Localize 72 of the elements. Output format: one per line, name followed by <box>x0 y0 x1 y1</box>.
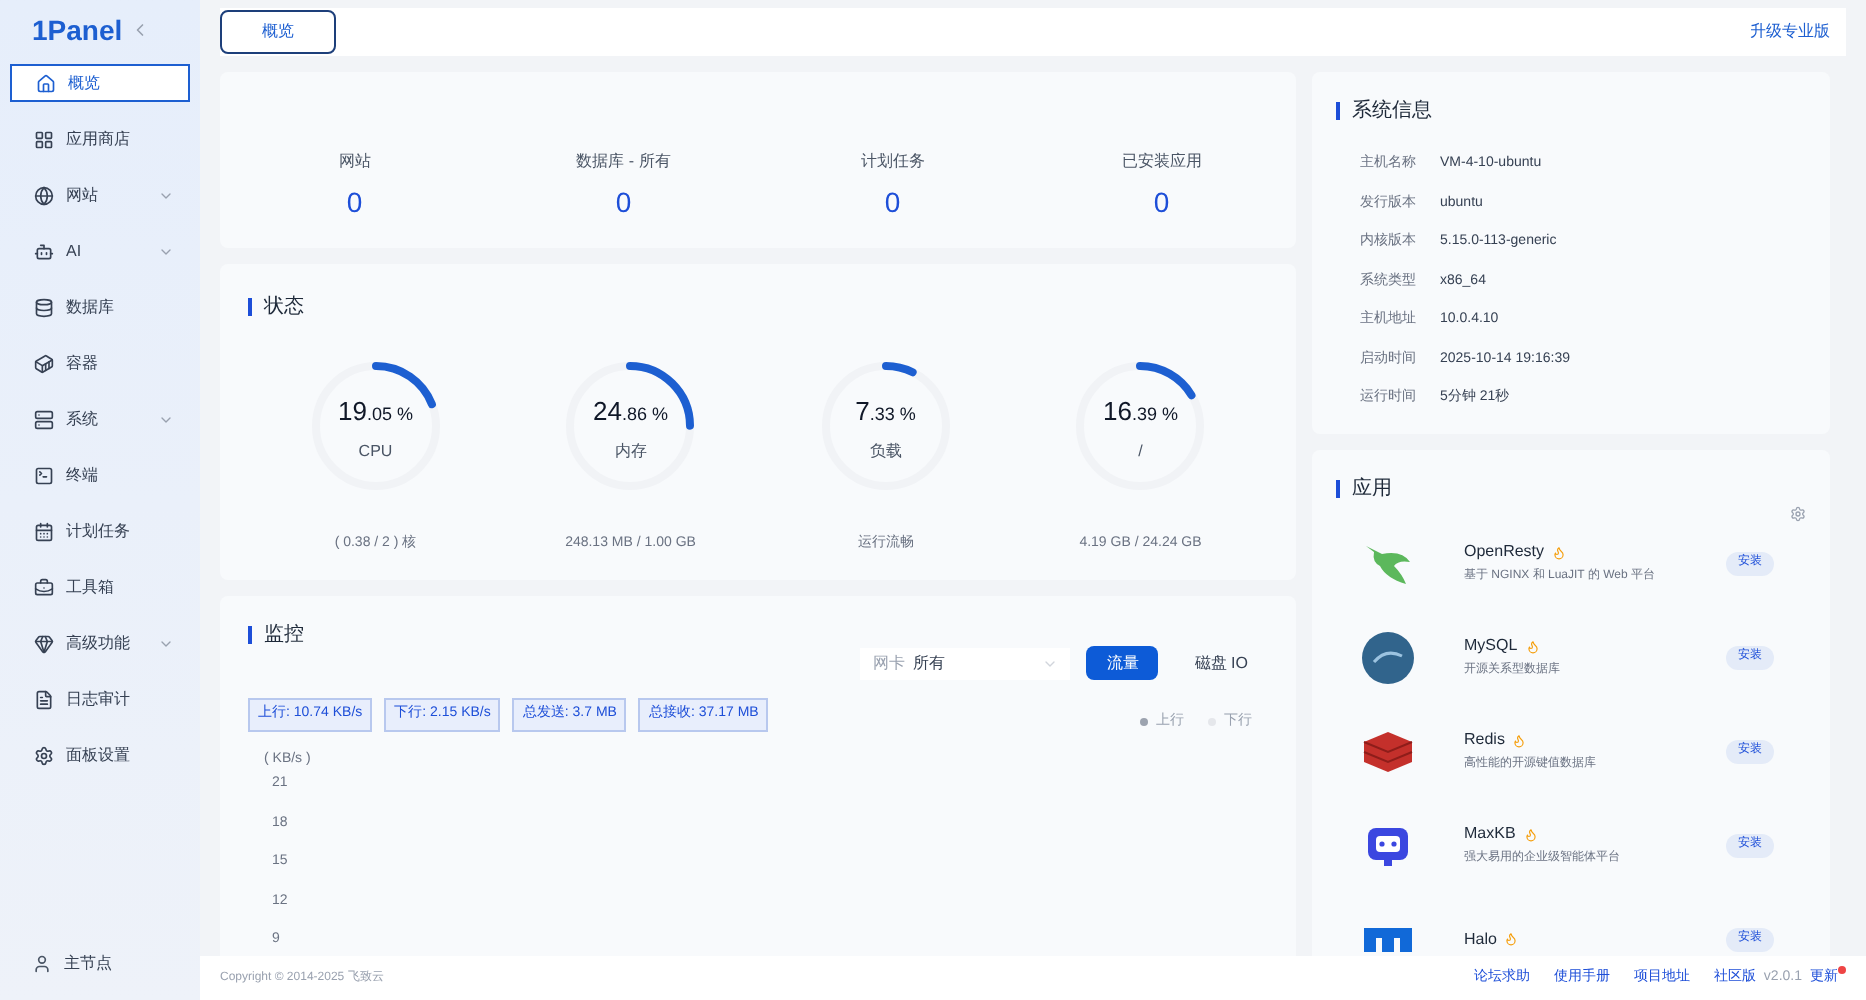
title-marker <box>1336 102 1340 120</box>
title-marker <box>248 626 252 644</box>
gauge-percent: 16.39 % <box>1103 394 1178 430</box>
terminal-icon <box>34 465 54 485</box>
sidebar-item[interactable]: 工具箱 <box>10 568 190 606</box>
gauge-label: CPU <box>358 440 393 464</box>
app-name[interactable]: Halo <box>1464 927 1497 951</box>
app-name[interactable]: OpenResty <box>1464 540 1545 564</box>
stacked-cubes-icon <box>1360 729 1416 773</box>
tab[interactable]: 概览 <box>220 10 336 54</box>
mode-button[interactable]: 流量 <box>1086 646 1159 680</box>
gauge-percent: 24.86 % <box>593 394 668 430</box>
toolbox-icon <box>34 577 54 597</box>
app-name[interactable]: MySQL <box>1464 634 1518 658</box>
settings-icon <box>34 745 54 765</box>
sidebar-item[interactable]: 容器 <box>10 344 190 382</box>
halo-logo-icon <box>1364 927 1412 951</box>
node-label[interactable]: 主节点 <box>64 952 112 976</box>
app-logo: 1Panel <box>32 11 123 49</box>
flame-icon <box>1512 733 1527 747</box>
flame-icon <box>1552 545 1567 559</box>
app-name[interactable]: Redis <box>1464 728 1505 752</box>
grid-icon <box>34 129 54 149</box>
stat-value[interactable]: 0 <box>615 182 632 224</box>
server-icon <box>34 409 54 429</box>
stat-value[interactable]: 0 <box>884 182 901 224</box>
sidebar-item[interactable]: 终端 <box>10 456 190 494</box>
sidebar-item[interactable]: 网站 <box>10 176 190 214</box>
container-icon <box>34 353 54 373</box>
app-name[interactable]: MaxKB <box>1464 822 1516 846</box>
settings-icon[interactable] <box>1790 505 1806 521</box>
sidebar-item[interactable]: 高级功能 <box>10 624 190 662</box>
stat-label: 数据库 - 所有 <box>576 150 671 174</box>
gauge-label: / <box>1138 440 1143 464</box>
sidebar-item[interactable]: AI <box>10 232 190 270</box>
sidebar-item[interactable]: 日志审计 <box>10 680 190 718</box>
sidebar-item[interactable]: 数据库 <box>10 288 190 326</box>
nic-select[interactable]: 网卡 所有 <box>860 647 1071 679</box>
title-marker <box>248 298 252 316</box>
robot-logo-icon <box>1362 823 1414 867</box>
flame-icon <box>1525 639 1540 653</box>
stat-label: 网站 <box>338 150 371 174</box>
gauge-percent: 19.05 % <box>338 394 413 430</box>
section-title: 状态 <box>264 293 304 322</box>
stat-label: 已安装应用 <box>1121 150 1202 174</box>
globe-icon <box>34 185 54 205</box>
section-title: 监控 <box>264 622 304 650</box>
section-title: 应用 <box>1352 475 1392 503</box>
flame-icon <box>1523 827 1538 841</box>
diamond-icon <box>34 633 54 653</box>
home-icon <box>36 73 56 93</box>
stat-value[interactable]: 0 <box>1153 182 1170 224</box>
sidebar-item[interactable]: 应用商店 <box>10 120 190 158</box>
stat-label: 计划任务 <box>860 150 925 174</box>
gauge-label: 内存 <box>614 440 647 464</box>
gauge-label: 负载 <box>869 440 902 464</box>
flame-icon <box>1504 932 1519 946</box>
document-icon <box>34 689 54 709</box>
section-title: 系统信息 <box>1352 97 1432 126</box>
sidebar-item[interactable]: 系统 <box>10 400 190 438</box>
calendar-icon <box>34 521 54 541</box>
stat-value[interactable]: 0 <box>346 182 363 224</box>
upgrade-link[interactable]: 升级专业版 <box>1750 20 1830 44</box>
sidebar-item[interactable]: 面板设置 <box>10 736 190 774</box>
title-marker <box>1336 479 1340 497</box>
database-icon <box>34 297 54 317</box>
mode-button[interactable]: 磁盘 IO <box>1174 646 1268 680</box>
sidebar-item[interactable]: 计划任务 <box>10 512 190 550</box>
robot-icon <box>34 241 54 261</box>
user-icon <box>32 954 52 974</box>
sidebar-item[interactable]: 概览 <box>10 64 190 102</box>
gauge-percent: 7.33 % <box>855 394 916 430</box>
